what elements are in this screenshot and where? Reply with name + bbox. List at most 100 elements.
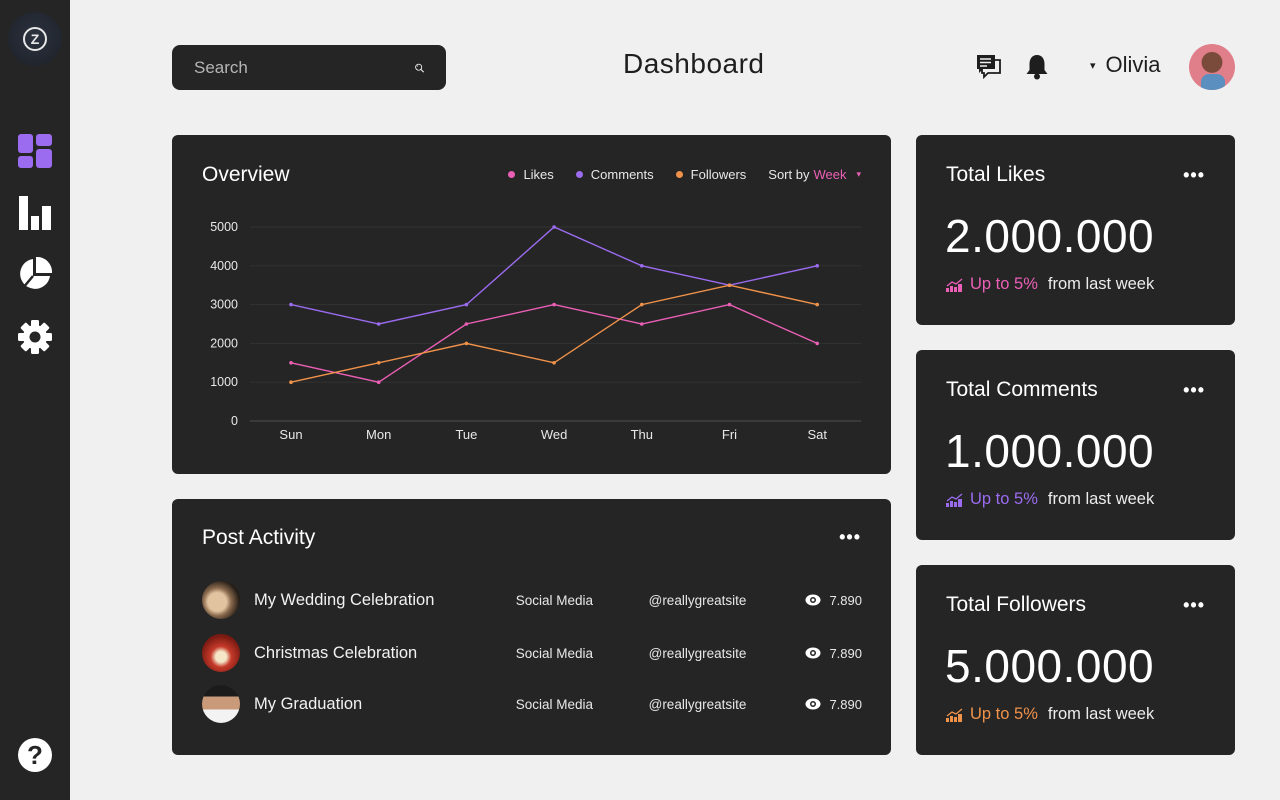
y-tick-label: 3000 xyxy=(210,298,238,312)
data-point-comments xyxy=(464,302,469,307)
post-name: My Graduation xyxy=(254,694,363,713)
trend-percent: Up to 5% xyxy=(970,490,1038,508)
more-options-icon[interactable]: ••• xyxy=(1183,380,1205,401)
trend-text: from last week xyxy=(1047,490,1155,508)
overview-title: Overview xyxy=(202,163,290,186)
data-point-comments xyxy=(815,264,819,268)
post-view-count: 7.890 xyxy=(829,645,862,661)
bar-chart-icon[interactable] xyxy=(18,196,52,230)
post-views: 7.890 xyxy=(805,593,862,608)
post-thumbnail-christmas xyxy=(202,634,240,672)
stat-trend: Up to 5% from last week xyxy=(946,490,1154,509)
post-category: Social Media xyxy=(515,696,594,712)
more-options-icon[interactable]: ••• xyxy=(1183,595,1205,616)
y-tick-label: 1000 xyxy=(210,375,238,389)
post-views: 7.890 xyxy=(805,697,862,712)
stat-trend: Up to 5% from last week xyxy=(946,275,1154,294)
data-point-likes xyxy=(552,302,556,307)
post-handle: @reallygreatsite xyxy=(648,592,747,608)
search-input[interactable] xyxy=(194,57,415,78)
page-title: Dashboard xyxy=(623,48,765,79)
eye-icon xyxy=(805,647,821,659)
trend-percent: Up to 5% xyxy=(970,275,1038,293)
data-point-followers xyxy=(464,341,469,346)
post-row[interactable]: My Graduation Social Media @reallygreats… xyxy=(202,684,862,724)
x-tick-label: Sun xyxy=(279,427,302,442)
data-point-followers xyxy=(376,361,381,365)
y-tick-label: 0 xyxy=(231,414,238,428)
more-options-icon[interactable]: ••• xyxy=(1183,165,1205,186)
trend-text: from last week xyxy=(1047,275,1155,293)
series-line-comments xyxy=(290,226,818,325)
legend-dot-likes xyxy=(508,171,516,178)
post-name: My Wedding Celebration xyxy=(254,590,435,609)
y-tick-label: 2000 xyxy=(210,336,238,350)
data-point-likes xyxy=(727,302,732,307)
x-tick-label: Wed xyxy=(541,427,568,442)
more-options-icon[interactable]: ••• xyxy=(839,527,861,548)
data-point-likes xyxy=(376,380,381,384)
data-point-likes xyxy=(815,341,819,346)
stat-value: 5.000.000 xyxy=(945,640,1155,692)
x-tick-label: Thu xyxy=(631,427,653,442)
post-handle: @reallygreatsite xyxy=(648,696,747,712)
gear-icon[interactable] xyxy=(18,320,52,354)
stat-value: 1.000.000 xyxy=(945,425,1155,477)
total-comments-card: Total Comments ••• 1.000.000 Up to 5% fr… xyxy=(916,350,1235,540)
pie-chart-icon[interactable] xyxy=(18,257,52,291)
legend-comments[interactable]: Comments xyxy=(575,167,654,182)
post-view-count: 7.890 xyxy=(829,696,862,712)
post-handle: @reallygreatsite xyxy=(648,645,747,661)
help-icon[interactable]: ? xyxy=(18,738,52,772)
data-point-likes xyxy=(464,322,469,326)
search-icon[interactable] xyxy=(415,57,424,79)
sort-by-dropdown[interactable]: Sort by Week ▾ xyxy=(768,167,861,182)
user-menu[interactable]: ▾ Olivia xyxy=(1090,52,1161,78)
post-activity-card: Post Activity ••• My Wedding Celebration… xyxy=(172,499,891,755)
data-point-comments xyxy=(640,264,644,268)
logo-z-icon: Z xyxy=(23,27,47,51)
sort-by-value: Week xyxy=(813,167,847,182)
post-thumbnail-graduation xyxy=(202,685,240,723)
eye-icon xyxy=(805,698,821,710)
x-tick-label: Tue xyxy=(455,427,477,442)
data-point-likes xyxy=(289,361,293,365)
dashboard-grid-icon[interactable] xyxy=(18,134,52,168)
trend-up-icon xyxy=(946,493,963,507)
post-category: Social Media xyxy=(515,645,594,661)
legend-label-likes: Likes xyxy=(523,167,554,182)
avatar[interactable] xyxy=(1189,44,1235,90)
post-activity-title: Post Activity xyxy=(202,526,316,549)
messages-icon[interactable] xyxy=(976,54,1002,80)
post-row[interactable]: My Wedding Celebration Social Media @rea… xyxy=(202,580,862,620)
app-logo[interactable]: Z xyxy=(8,12,62,66)
x-tick-label: Sat xyxy=(807,427,827,442)
post-row[interactable]: Christmas Celebration Social Media @real… xyxy=(202,633,862,673)
x-tick-label: Fri xyxy=(722,427,737,442)
user-name: Olivia xyxy=(1105,52,1161,77)
trend-text: from last week xyxy=(1047,705,1155,723)
post-thumbnail-wedding xyxy=(202,581,240,619)
y-tick-label: 5000 xyxy=(210,220,238,234)
trend-up-icon xyxy=(946,278,963,292)
stat-title: Total Likes xyxy=(946,163,1046,186)
chart-legend: Likes Comments Followers Sort by Week ▾ xyxy=(508,167,861,182)
data-point-likes xyxy=(640,322,644,326)
trend-percent: Up to 5% xyxy=(970,705,1038,723)
post-category: Social Media xyxy=(515,592,594,608)
avatar-figure xyxy=(1201,74,1225,90)
data-point-comments xyxy=(552,225,556,229)
post-view-count: 7.890 xyxy=(829,592,862,608)
post-name: Christmas Celebration xyxy=(254,643,418,662)
total-likes-card: Total Likes ••• 2.000.000 Up to 5% from … xyxy=(916,135,1235,325)
data-point-comments xyxy=(376,322,381,326)
trend-up-icon xyxy=(946,708,963,722)
legend-followers[interactable]: Followers xyxy=(675,167,746,182)
x-tick-label: Mon xyxy=(366,427,391,442)
notification-bell-icon[interactable] xyxy=(1024,54,1050,80)
legend-likes[interactable]: Likes xyxy=(508,167,554,182)
overview-card: 0 1000 2000 3000 4000 5000 Sun Mon Tue Wed Thu Fri S… xyxy=(172,135,891,474)
stat-trend: Up to 5% from last week xyxy=(946,705,1154,724)
legend-dot-followers xyxy=(675,171,683,178)
total-followers-card: Total Followers ••• 5.000.000 Up to 5% f… xyxy=(916,565,1235,755)
